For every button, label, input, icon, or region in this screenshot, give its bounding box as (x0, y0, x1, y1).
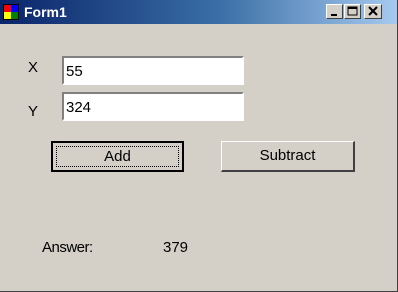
close-icon (368, 6, 378, 16)
answer-value: 379 (163, 239, 189, 256)
app-icon[interactable] (3, 4, 19, 20)
title-bar[interactable]: Form1 (0, 0, 397, 24)
minimize-button[interactable] (326, 4, 343, 19)
maximize-icon (347, 6, 358, 16)
y-input[interactable] (62, 92, 244, 121)
close-button[interactable] (364, 4, 382, 19)
maximize-button[interactable] (344, 4, 361, 19)
x-label: X (28, 59, 39, 76)
subtract-button[interactable]: Subtract (221, 141, 355, 172)
minimize-icon (331, 14, 337, 16)
window-title: Form1 (24, 4, 67, 20)
add-button[interactable]: Add (51, 141, 184, 172)
y-label: Y (28, 103, 39, 120)
x-input[interactable] (62, 56, 244, 85)
add-button-label: Add (56, 146, 179, 167)
form1-window: Form1 X Y Add Subtract Answer: 379 (0, 0, 398, 292)
answer-label: Answer: (42, 239, 93, 256)
